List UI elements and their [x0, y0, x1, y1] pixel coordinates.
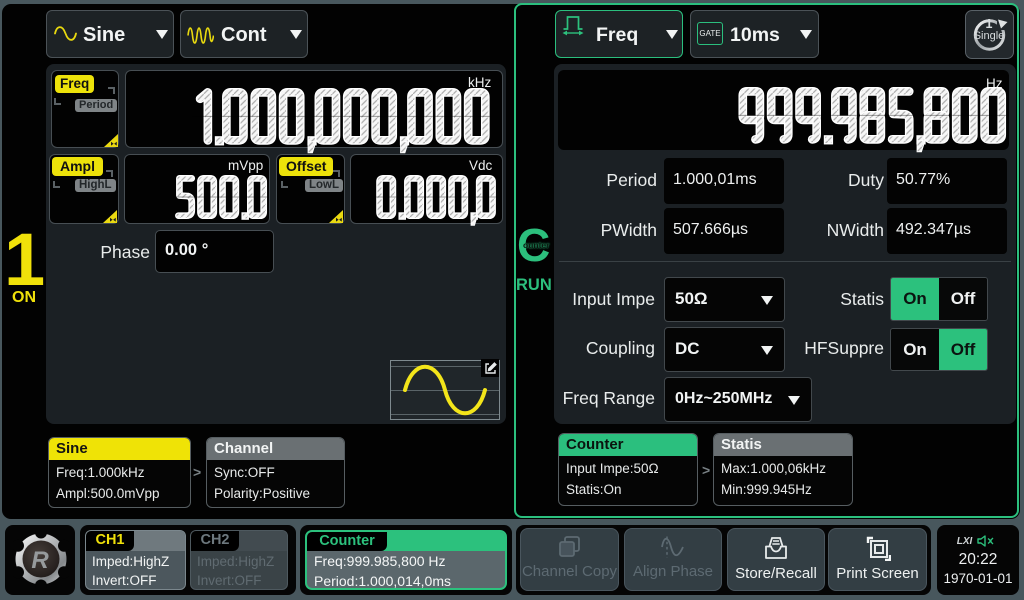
- svg-text:R: R: [31, 547, 49, 574]
